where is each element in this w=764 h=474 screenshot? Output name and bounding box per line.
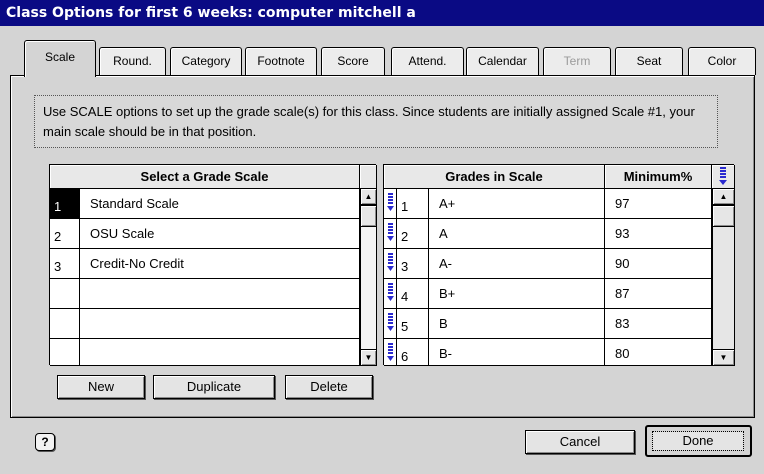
- done-button-label: Done: [652, 431, 744, 451]
- duplicate-button[interactable]: Duplicate: [153, 375, 275, 399]
- grade-letter[interactable]: A: [429, 219, 605, 249]
- scroll-up-arrow-icon[interactable]: ▲: [713, 189, 734, 205]
- grade-row-number[interactable]: 6: [397, 339, 429, 366]
- column-menu-icon[interactable]: [712, 165, 735, 189]
- scrollbar-thumb[interactable]: [713, 205, 734, 227]
- scale-row-number[interactable]: 3: [50, 249, 80, 279]
- scale-row-name[interactable]: [80, 339, 360, 366]
- grade-minimum[interactable]: 93: [605, 219, 712, 249]
- grade-minimum[interactable]: 83: [605, 309, 712, 339]
- grade-letter[interactable]: B+: [429, 279, 605, 309]
- scroll-down-arrow-icon[interactable]: ▼: [713, 349, 734, 365]
- scale-row-name[interactable]: OSU Scale: [80, 219, 360, 249]
- tab-seat[interactable]: Seat: [615, 47, 683, 75]
- grades-scrollbar[interactable]: ▲ ▼: [712, 189, 735, 366]
- grade-row-number[interactable]: 4: [397, 279, 429, 309]
- tab-bar: Scale Round. Category Footnote Score Att…: [0, 40, 764, 77]
- drag-handle-icon[interactable]: [384, 219, 397, 249]
- scroll-down-arrow-icon[interactable]: ▼: [361, 349, 376, 365]
- scale-row-number[interactable]: [50, 309, 80, 339]
- tab-category[interactable]: Category: [170, 47, 242, 75]
- drag-handle-icon[interactable]: [384, 249, 397, 279]
- instructions-text: Use SCALE options to set up the grade sc…: [34, 95, 718, 148]
- tab-term: Term: [543, 47, 611, 75]
- scale-row-name[interactable]: [80, 309, 360, 339]
- drag-handle-icon[interactable]: [384, 279, 397, 309]
- scale-row-name[interactable]: Credit-No Credit: [80, 249, 360, 279]
- scale-list-header-corner: [360, 165, 377, 189]
- minimum-header: Minimum%: [605, 165, 712, 189]
- grade-letter[interactable]: B: [429, 309, 605, 339]
- window-title: Class Options for first 6 weeks: compute…: [0, 0, 764, 26]
- grade-minimum[interactable]: 80: [605, 339, 712, 366]
- scroll-up-arrow-icon[interactable]: ▲: [361, 189, 376, 205]
- scale-row-number[interactable]: 1: [50, 189, 80, 219]
- grades-list: Grades in Scale Minimum% 1 A+ 97 2 A 93 …: [383, 164, 735, 366]
- scale-list-header: Select a Grade Scale: [50, 165, 360, 189]
- grade-row-number[interactable]: 5: [397, 309, 429, 339]
- help-icon[interactable]: ?: [35, 433, 55, 451]
- scale-row-number[interactable]: [50, 279, 80, 309]
- scrollbar-thumb[interactable]: [361, 205, 376, 227]
- grade-minimum[interactable]: 87: [605, 279, 712, 309]
- tab-color[interactable]: Color: [688, 47, 756, 75]
- grade-letter[interactable]: A+: [429, 189, 605, 219]
- grade-row-number[interactable]: 2: [397, 219, 429, 249]
- scale-row-name[interactable]: [80, 279, 360, 309]
- cancel-button[interactable]: Cancel: [525, 430, 635, 454]
- scale-row-number[interactable]: 2: [50, 219, 80, 249]
- grade-minimum[interactable]: 90: [605, 249, 712, 279]
- new-button[interactable]: New: [57, 375, 145, 399]
- tab-footnote[interactable]: Footnote: [245, 47, 317, 75]
- tab-score[interactable]: Score: [321, 47, 385, 75]
- drag-handle-icon[interactable]: [384, 309, 397, 339]
- delete-button[interactable]: Delete: [285, 375, 373, 399]
- scale-list: Select a Grade Scale 1 Standard Scale 2 …: [49, 164, 377, 366]
- done-button[interactable]: Done: [645, 425, 752, 457]
- grade-letter[interactable]: B-: [429, 339, 605, 366]
- drag-handle-icon[interactable]: [384, 189, 397, 219]
- grade-row-number[interactable]: 1: [397, 189, 429, 219]
- grades-header: Grades in Scale: [384, 165, 605, 189]
- grade-minimum[interactable]: 97: [605, 189, 712, 219]
- grade-letter[interactable]: A-: [429, 249, 605, 279]
- tab-scale[interactable]: Scale: [24, 40, 96, 77]
- scale-row-number[interactable]: [50, 339, 80, 366]
- tab-calendar[interactable]: Calendar: [466, 47, 539, 75]
- tab-round[interactable]: Round.: [99, 47, 166, 75]
- tab-attend[interactable]: Attend.: [391, 47, 464, 75]
- grade-row-number[interactable]: 3: [397, 249, 429, 279]
- scale-row-name[interactable]: Standard Scale: [80, 189, 360, 219]
- drag-handle-icon[interactable]: [384, 339, 397, 366]
- scale-list-scrollbar[interactable]: ▲ ▼: [360, 189, 377, 366]
